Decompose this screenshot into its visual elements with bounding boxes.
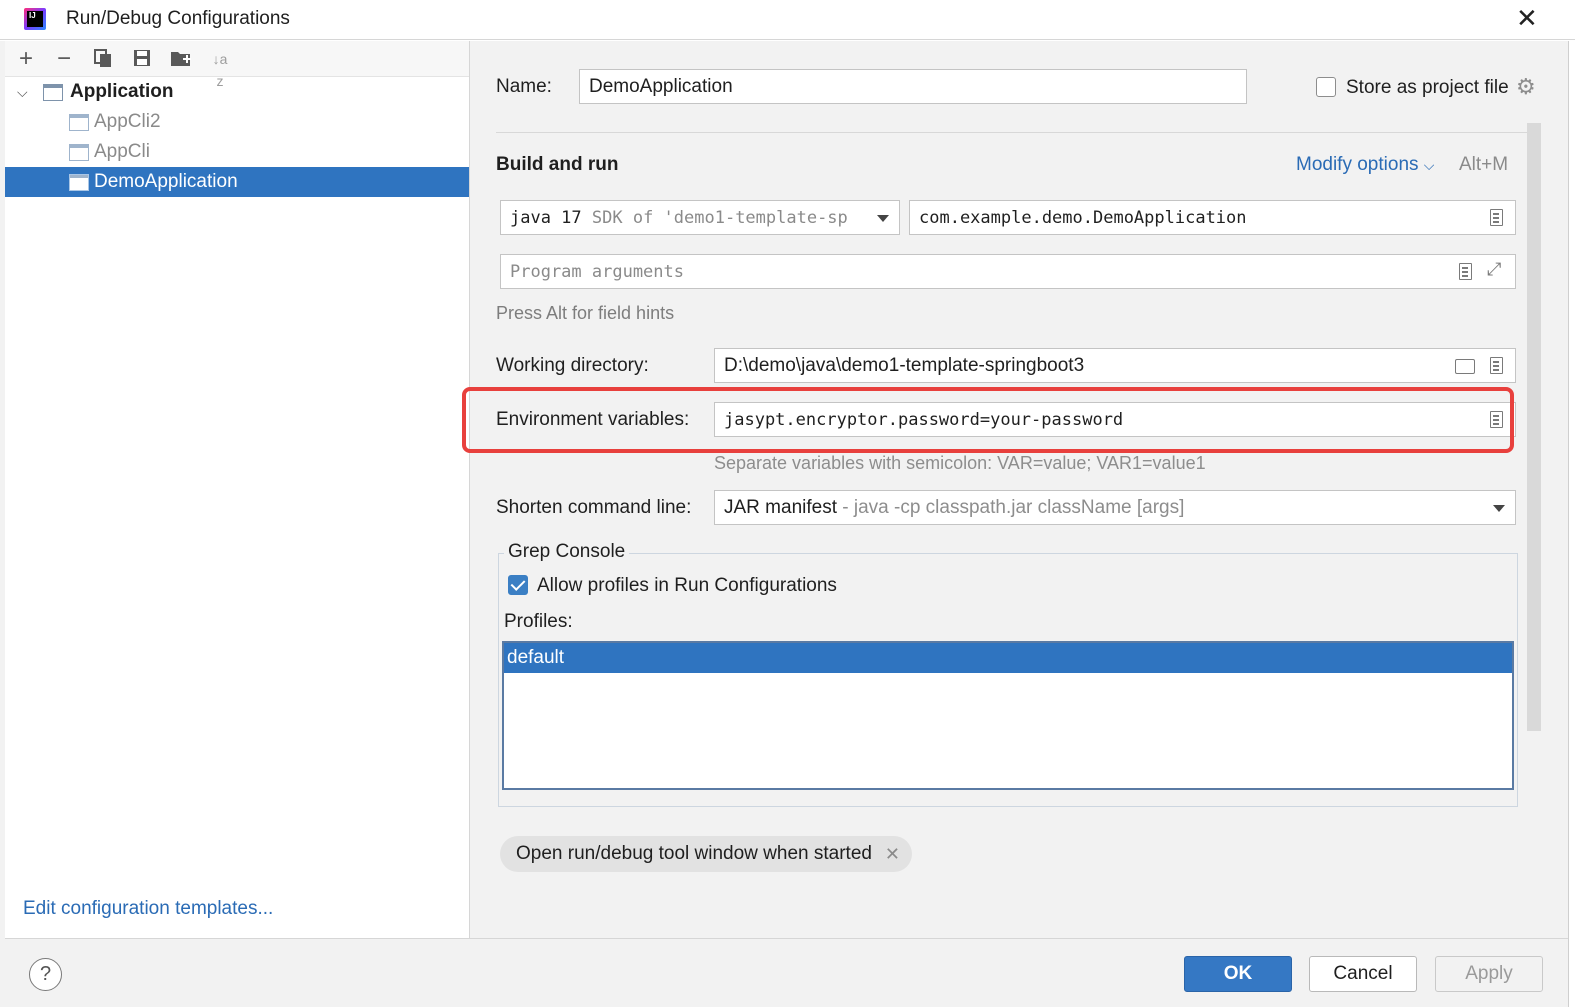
document-icon[interactable] — [1459, 263, 1472, 280]
help-button[interactable]: ? — [29, 958, 62, 991]
document-icon[interactable] — [1490, 209, 1503, 226]
shorten-command-line-dropdown[interactable]: JAR manifest - java -cp classpath.jar cl… — [714, 490, 1516, 525]
environment-variables-field[interactable]: jasypt.encryptor.password=your-password — [714, 402, 1516, 437]
sdk-detail: SDK of 'demo1-template-sp — [591, 208, 848, 228]
tree-item-label: AppCli2 — [94, 111, 161, 132]
config-icon — [69, 174, 89, 191]
scrollbar[interactable] — [1527, 123, 1541, 731]
shorten-command-line-label: Shorten command line: — [496, 497, 692, 518]
grep-console-title: Grep Console — [504, 541, 630, 563]
apply-button[interactable]: Apply — [1435, 956, 1543, 992]
store-as-project-checkbox[interactable] — [1316, 77, 1336, 97]
remove-icon[interactable]: − — [53, 47, 75, 71]
allow-profiles-label: Allow profiles in Run Configurations — [537, 575, 837, 596]
cancel-button[interactable]: Cancel — [1309, 956, 1417, 992]
edit-templates-link[interactable]: Edit configuration templates... — [23, 898, 273, 920]
folder-icon[interactable] — [1455, 359, 1475, 374]
name-label: Name: — [496, 76, 552, 97]
add-icon[interactable]: + — [15, 47, 37, 71]
profiles-list[interactable]: default — [502, 641, 1514, 790]
modify-options-shortcut: Alt+M — [1459, 154, 1509, 175]
tree-item-appcli2[interactable]: AppCli2 — [5, 107, 469, 137]
sidebar-toolbar: + − ↓a z — [5, 41, 469, 89]
list-item[interactable]: default — [504, 643, 1512, 673]
main-class-field[interactable]: com.example.demo.DemoApplication — [909, 200, 1516, 235]
configuration-editor: Name: DemoApplication Store as project f… — [462, 41, 1568, 938]
configurations-sidebar: + − ↓a z ⌵ Application AppCli2 AppCli De… — [5, 41, 470, 938]
name-field[interactable]: DemoApplication — [579, 69, 1247, 104]
environment-variables-label: Environment variables: — [496, 409, 690, 430]
shorten-detail: - java -cp classpath.jar className [args… — [842, 497, 1185, 518]
dropdown-arrow-icon — [877, 215, 889, 222]
shorten-value: JAR manifest — [724, 497, 837, 518]
profiles-label: Profiles: — [504, 611, 573, 632]
application-config-icon — [43, 84, 63, 101]
window-edge — [1568, 41, 1575, 1007]
working-directory-value: D:\demo\java\demo1-template-springboot3 — [724, 355, 1085, 376]
chip-label: Open run/debug tool window when started — [516, 843, 872, 864]
tree-item-appcli[interactable]: AppCli — [5, 137, 469, 167]
dialog-footer: ? OK Cancel Apply — [5, 938, 1568, 1007]
main-class-value: com.example.demo.DemoApplication — [919, 208, 1247, 228]
expand-icon[interactable]: ⤢ — [1487, 259, 1501, 280]
sort-icon[interactable]: ↓a z — [209, 48, 231, 89]
chevron-down-icon[interactable]: ⌵ — [17, 77, 28, 107]
tree-item-demoapplication[interactable]: DemoApplication — [5, 167, 469, 197]
intellij-app-icon: IJ — [24, 8, 46, 30]
document-icon[interactable] — [1490, 357, 1503, 374]
environment-variables-hint: Separate variables with semicolon: VAR=v… — [714, 453, 1206, 473]
environment-variables-value: jasypt.encryptor.password=your-password — [724, 410, 1124, 430]
window-title: Run/Debug Configurations — [66, 8, 290, 29]
tree-group-label: Application — [70, 81, 174, 102]
allow-profiles-checkbox[interactable] — [508, 575, 528, 595]
copy-icon[interactable] — [92, 48, 114, 70]
program-arguments-field[interactable]: Program arguments ⤢ — [500, 254, 1516, 289]
modify-options-link[interactable]: Modify options ⌵ — [1296, 154, 1434, 176]
config-icon — [69, 144, 89, 161]
dropdown-arrow-icon — [1493, 505, 1505, 512]
program-arguments-placeholder: Program arguments — [510, 262, 684, 282]
document-icon[interactable] — [1490, 411, 1503, 428]
working-directory-label: Working directory: — [496, 355, 649, 376]
close-icon[interactable]: ✕ — [1516, 5, 1538, 31]
ok-button[interactable]: OK — [1184, 956, 1292, 992]
tree-item-label: AppCli — [94, 141, 150, 162]
tree-item-label: DemoApplication — [94, 171, 238, 192]
config-icon — [69, 114, 89, 131]
folder-add-icon[interactable] — [170, 48, 192, 70]
sdk-value: java 17 — [510, 208, 582, 228]
sdk-dropdown[interactable]: java 17 SDK of 'demo1-template-sp — [500, 200, 900, 235]
store-as-project-label: Store as project file — [1346, 77, 1509, 98]
chevron-down-icon: ⌵ — [1423, 157, 1435, 173]
divider — [496, 132, 1536, 133]
open-tool-window-chip[interactable]: Open run/debug tool window when started … — [500, 836, 912, 872]
gear-icon[interactable]: ⚙ — [1516, 74, 1536, 100]
alt-hint: Press Alt for field hints — [496, 303, 675, 323]
name-value: DemoApplication — [589, 76, 733, 97]
title-bar: IJ Run/Debug Configurations ✕ — [0, 0, 1575, 40]
build-and-run-title: Build and run — [496, 154, 619, 175]
working-directory-field[interactable]: D:\demo\java\demo1-template-springboot3 — [714, 348, 1516, 383]
modify-options-label: Modify options — [1296, 154, 1419, 175]
close-icon[interactable]: ✕ — [885, 836, 900, 872]
tree-group-application[interactable]: ⌵ Application — [5, 77, 469, 107]
save-icon[interactable] — [131, 48, 153, 70]
